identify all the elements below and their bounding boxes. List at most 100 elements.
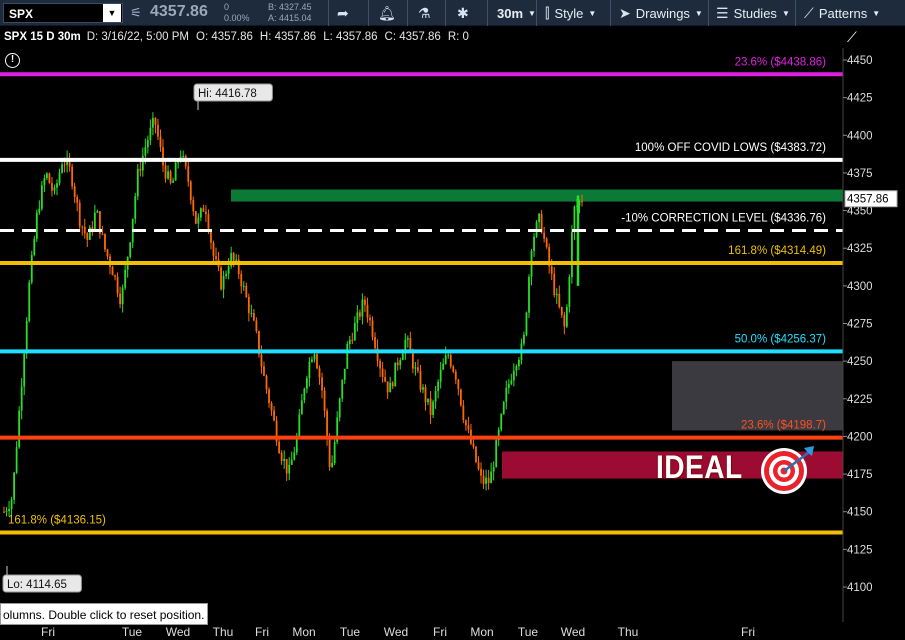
candle-body (417, 367, 419, 371)
candle-body (268, 389, 270, 404)
candle-body (149, 127, 152, 141)
candle-body (480, 468, 482, 476)
candle-body (33, 238, 36, 255)
time-tick-label: Fri (41, 625, 55, 639)
price-tick-label: 4375 (847, 168, 873, 180)
candle-body (222, 276, 225, 290)
candle-body (285, 458, 288, 474)
candle-body (154, 117, 157, 125)
candle-body (538, 213, 540, 223)
price-tick-label: 4400 (847, 130, 873, 142)
candle-body (523, 334, 525, 344)
candles-layer (3, 112, 583, 517)
candle-body (399, 359, 402, 366)
candle-body (563, 314, 566, 327)
candle-body (406, 338, 409, 340)
candle-body (210, 231, 212, 243)
candle-body (396, 362, 399, 366)
candle-body (475, 446, 477, 463)
candle-body (533, 236, 535, 251)
price-tick-label: 4150 (847, 507, 873, 519)
candle-body (189, 181, 192, 201)
candle-body (437, 381, 440, 392)
target-icon (761, 446, 814, 494)
candle-body (467, 425, 470, 430)
price-tick-label: 4275 (847, 319, 873, 331)
candle-body (394, 362, 397, 387)
candle-body (452, 366, 455, 372)
ideal-label: IDEAL (656, 449, 743, 485)
candle-body (568, 277, 571, 307)
candle-body (447, 354, 450, 356)
candle-body (78, 202, 81, 227)
level-label: 161.8% ($4314.49) (728, 245, 826, 257)
candle-body (71, 166, 74, 187)
candle-body (288, 464, 291, 474)
candle-body (280, 453, 283, 461)
candle-body (8, 508, 10, 512)
candle-body (220, 267, 222, 290)
candle-body (56, 183, 58, 188)
price-axis: 4450 4425 4400 4375 4350 4325 4300 4275 4250 4225… (842, 48, 905, 622)
candle-body (318, 368, 321, 378)
candle-body (162, 147, 164, 166)
candle-body (46, 173, 48, 179)
candle-body (23, 353, 26, 387)
candle-body (245, 285, 248, 298)
candle-body (30, 254, 33, 283)
candle-body (43, 178, 46, 186)
candle-body (477, 462, 480, 469)
candle-body (152, 117, 154, 128)
price-tag-text: 4357.86 (847, 194, 889, 206)
candle-body (316, 354, 318, 369)
candle-body (3, 511, 5, 513)
candle-body (76, 196, 79, 203)
candle-body (159, 136, 162, 148)
candle-body (464, 420, 467, 426)
candle-body (86, 233, 89, 240)
time-tick-label: Thu (618, 625, 639, 639)
price-chart[interactable]: 23.6% ($4438.86) 100% OFF COVID LOWS ($43… (0, 0, 905, 640)
candle-body (235, 259, 238, 261)
candle-body (187, 166, 190, 182)
candle-body (81, 226, 84, 228)
candle-body (358, 312, 361, 317)
candle-body (129, 242, 132, 258)
price-tick-label: 4350 (847, 206, 873, 218)
candle-body (386, 381, 389, 393)
candle-body (202, 208, 205, 212)
candle-body (283, 458, 286, 461)
candle-body (278, 441, 281, 454)
candle-body (167, 171, 169, 179)
price-tick-label: 4450 (847, 55, 873, 67)
candle-body (205, 211, 207, 215)
candle-body (20, 386, 23, 411)
candle-body (255, 320, 258, 332)
candle-body (293, 452, 296, 460)
time-tick-label: Wed (166, 625, 190, 639)
candle-body (313, 354, 316, 360)
price-tick-label: 4250 (847, 356, 873, 368)
candle-body (333, 442, 336, 464)
candle-body (192, 200, 195, 212)
candle-body (490, 471, 493, 484)
candle-body (260, 354, 263, 367)
candle-body (364, 299, 366, 305)
candle-body (106, 249, 109, 257)
price-tick-label: 4125 (847, 544, 873, 556)
candle-body (449, 354, 452, 367)
time-tick-label: Mon (292, 625, 315, 639)
candle-body (371, 320, 374, 337)
candle-body (434, 391, 437, 402)
candle-body (500, 413, 503, 430)
candle-body (343, 368, 346, 380)
time-tick-label: Wed (384, 625, 408, 639)
price-tick-label: 4425 (847, 93, 873, 105)
candle-body (429, 398, 432, 415)
candle-body (18, 410, 21, 448)
candle-body (351, 339, 354, 341)
candle-body (553, 273, 556, 296)
candle-body (361, 299, 364, 317)
candle-body (550, 266, 553, 274)
candle-body (114, 275, 116, 277)
